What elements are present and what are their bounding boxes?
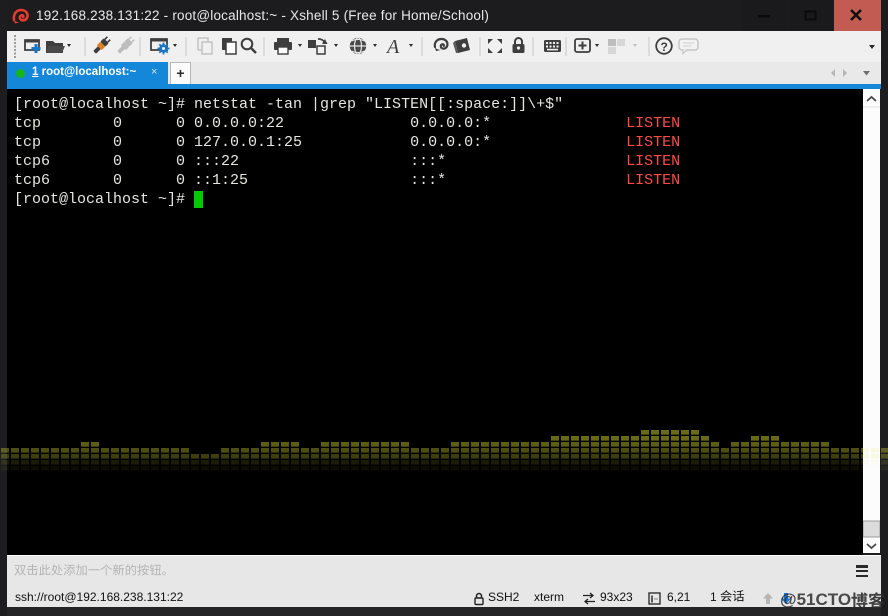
- svg-text:A: A: [385, 36, 400, 58]
- svg-text:?: ?: [661, 40, 668, 54]
